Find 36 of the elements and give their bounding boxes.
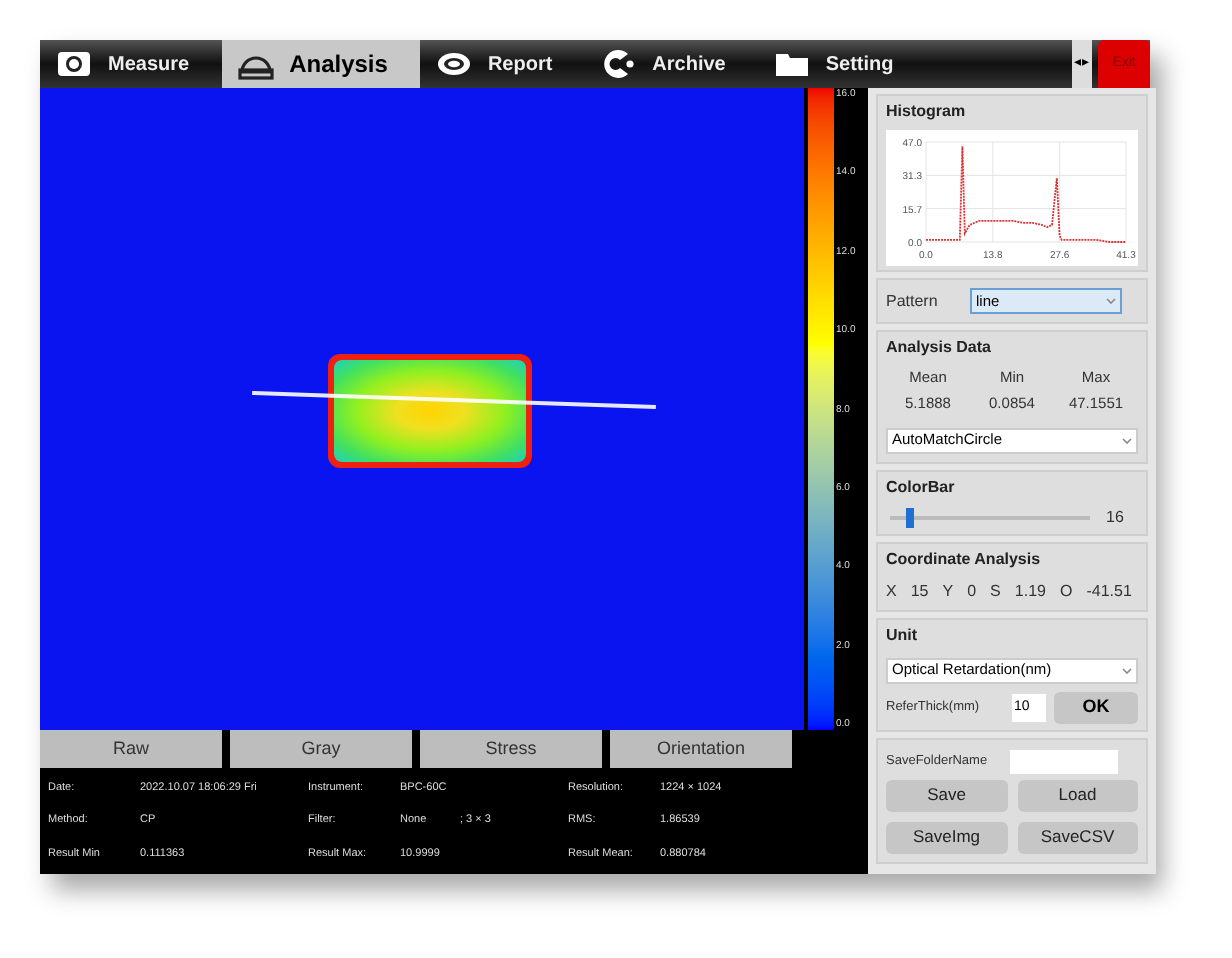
- coordinate-value: 1.19: [1014, 579, 1046, 603]
- section-title: Analysis Data: [886, 336, 993, 360]
- nav-tab[interactable]: Measure: [40, 40, 222, 88]
- coordinate-value: -41.51: [1086, 579, 1132, 603]
- camera-icon: [56, 46, 92, 82]
- section-title: Unit: [886, 623, 920, 647]
- chevron-icon: [1122, 667, 1132, 673]
- view-button[interactable]: Orientation: [610, 730, 792, 768]
- folder-name-input[interactable]: [1010, 749, 1118, 773]
- coordinate-label: Y: [942, 579, 954, 603]
- view-button[interactable]: Gray: [230, 730, 412, 768]
- chevron-icon: [1122, 437, 1132, 443]
- nav-tab[interactable]: Analysis: [221, 40, 420, 88]
- section-title: Histogram: [886, 100, 968, 124]
- ok-button[interactable]: OK: [1054, 691, 1138, 723]
- coordinate-value: 15: [910, 579, 929, 603]
- slider-value: 16: [1106, 505, 1126, 529]
- save-panel-button[interactable]: Save: [886, 779, 1007, 811]
- nav-tab[interactable]: Archive: [584, 40, 758, 88]
- view-button[interactable]: Stress: [420, 730, 602, 768]
- nav-tab[interactable]: Report: [419, 40, 585, 88]
- chevron-icon: [1106, 298, 1116, 304]
- slider-thumb[interactable]: [906, 507, 914, 527]
- coordinate-label: X: [886, 579, 897, 603]
- coordinate-value: 0: [967, 579, 977, 603]
- section-title: ColorBar: [886, 475, 957, 499]
- section-title: Coordinate Analysis: [886, 547, 1043, 571]
- coordinate-label: S: [990, 579, 1001, 603]
- save-panel-button[interactable]: Load: [1017, 779, 1138, 811]
- save-panel-button[interactable]: SaveImg: [886, 821, 1007, 853]
- coordinate-label: O: [1059, 579, 1073, 603]
- save-panel-button[interactable]: SaveCSV: [1017, 821, 1138, 853]
- c-shape-icon: [600, 46, 637, 82]
- view-button[interactable]: Raw: [40, 730, 222, 768]
- nav-tab[interactable]: Setting: [757, 40, 926, 88]
- field-label: Pattern: [886, 289, 940, 313]
